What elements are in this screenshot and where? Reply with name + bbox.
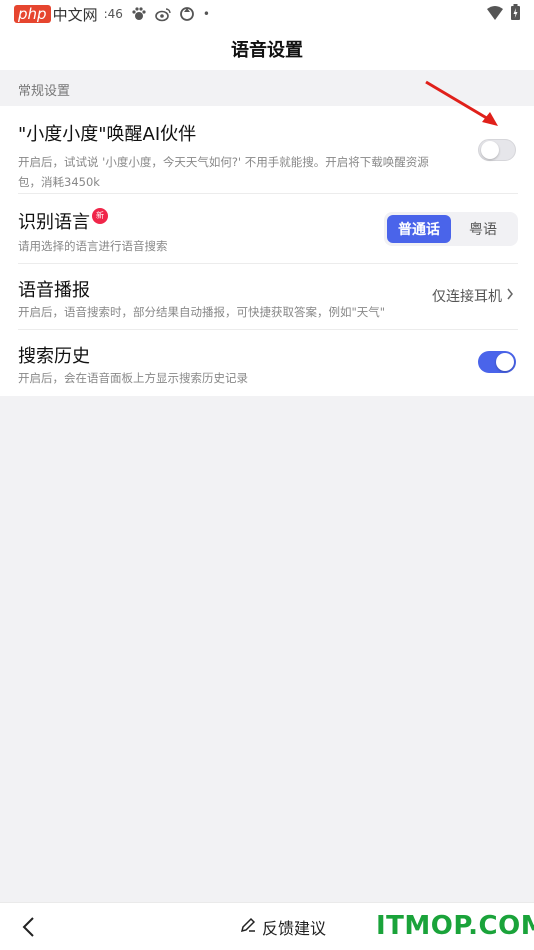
paw-icon — [131, 6, 147, 22]
voice-broadcast-value[interactable]: 仅连接耳机 — [432, 286, 514, 306]
page-title: 语音设置 — [231, 40, 303, 61]
chevron-left-icon — [22, 917, 34, 937]
wifi-icon — [487, 5, 503, 24]
language-option-cantonese[interactable]: 粤语 — [451, 215, 515, 243]
wake-word-toggle[interactable] — [478, 139, 516, 161]
divider — [18, 193, 518, 194]
sync-icon — [179, 6, 195, 22]
setting-title: 搜索历史 — [18, 346, 90, 367]
php-watermark-text: 中文网 — [52, 5, 98, 24]
header: 语音设置 — [0, 28, 534, 70]
chevron-right-icon — [506, 288, 514, 304]
annotation-arrow-icon — [425, 80, 498, 126]
php-watermark-logo: php — [14, 5, 51, 23]
search-history-toggle[interactable] — [478, 351, 516, 373]
status-time: :46 — [103, 7, 123, 21]
setting-description: 开启后，会在语音面板上方显示搜索历史记录 — [18, 371, 248, 385]
new-badge: 新 — [92, 208, 108, 224]
setting-description: 开启后，试试说 '小度小度，今天天气如何?' 不用手就能搜。开启将下载唤醒资源包… — [18, 155, 429, 189]
language-segmented-control: 普通话 粤语 — [384, 212, 518, 246]
bottom-bar: 反馈建议 ITMOP.COM — [0, 902, 534, 950]
setting-title: 识别语言 — [18, 212, 90, 233]
weibo-icon — [155, 6, 171, 22]
divider — [18, 329, 518, 330]
feedback-label: 反馈建议 — [262, 919, 327, 938]
setting-row-search-history[interactable]: 搜索历史 开启后，会在语音面板上方显示搜索历史记录 — [18, 342, 518, 388]
toggle-knob — [496, 353, 514, 371]
status-bar: php 中文网 :46 • — [0, 0, 534, 28]
voice-broadcast-value-text: 仅连接耳机 — [432, 289, 502, 305]
divider — [18, 263, 518, 264]
notification-dot: • — [202, 7, 210, 21]
language-option-mandarin[interactable]: 普通话 — [387, 215, 451, 243]
battery-icon — [511, 4, 520, 24]
itmop-watermark: ITMOP.COM — [376, 911, 534, 941]
settings-card: "小度小度"唤醒AI伙伴 开启后，试试说 '小度小度，今天天气如何?' 不用手就… — [0, 106, 534, 396]
setting-row-wake-word[interactable]: "小度小度"唤醒AI伙伴 开启后，试试说 '小度小度，今天天气如何?' 不用手就… — [18, 120, 518, 192]
toggle-knob — [481, 141, 499, 159]
back-button[interactable] — [18, 915, 42, 939]
pencil-icon — [240, 917, 256, 937]
feedback-button[interactable]: 反馈建议 — [240, 915, 326, 939]
